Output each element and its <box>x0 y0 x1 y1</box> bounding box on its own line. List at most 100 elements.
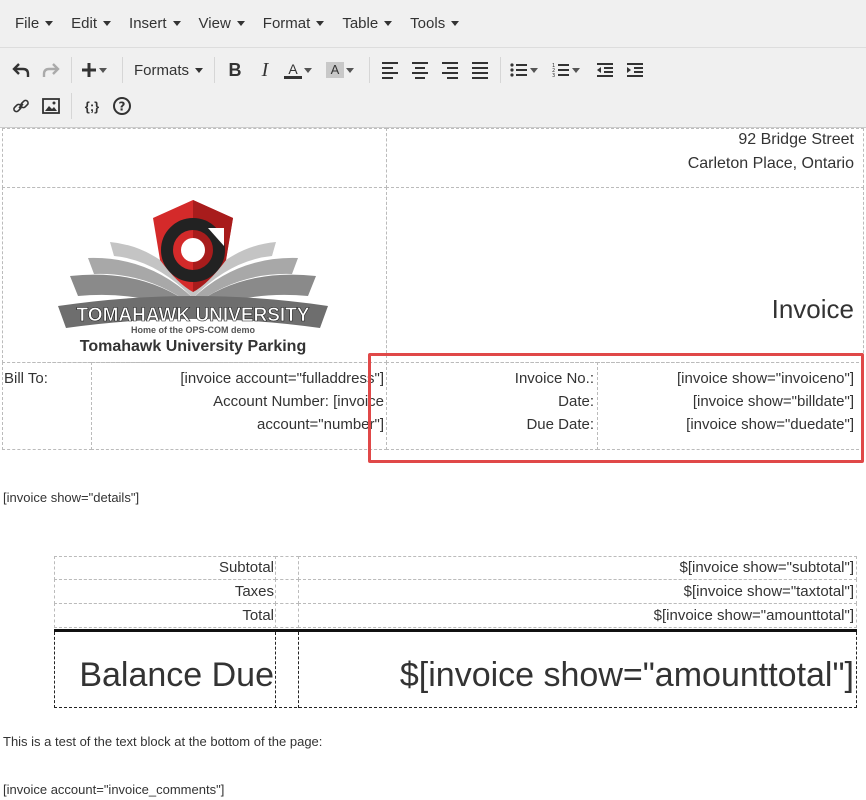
chevron-down-icon <box>195 67 204 73</box>
subtotal-label: Subtotal <box>218 559 274 576</box>
chevron-down-icon <box>304 67 313 73</box>
outdent-button[interactable] <box>590 55 620 85</box>
balance-due-label: Balance Due <box>79 656 274 694</box>
bill-to-label: Bill To: <box>4 370 48 387</box>
align-left-icon <box>382 61 399 79</box>
formats-label: Formats <box>134 61 190 79</box>
menu-insert-label: Insert <box>129 15 167 32</box>
highlight-box <box>368 353 864 463</box>
indent-button[interactable] <box>620 55 650 85</box>
align-right-button[interactable] <box>435 55 465 85</box>
bill-to-line-1: [invoice account="fulladdress"] <box>180 370 384 387</box>
menu-view-label: View <box>198 15 231 32</box>
address-line-1: 92 Bridge Street <box>738 131 854 148</box>
address-line-2: Carleton Place, Ontario <box>687 155 854 172</box>
menu-edit[interactable]: Edit <box>62 9 120 39</box>
total-label: Total <box>242 607 274 624</box>
menu-format-label: Format <box>262 15 311 32</box>
menu-file-label: File <box>15 15 40 32</box>
comments-shortcode: [invoice account="invoice_comments"] <box>3 782 225 797</box>
menu-format[interactable]: Format <box>254 9 334 39</box>
menubar: File Edit Insert View Format Table Tools <box>0 0 866 48</box>
logo-caption: Tomahawk University Parking <box>80 338 306 355</box>
toolbar-separator <box>71 57 72 83</box>
university-logo: TOMAHAWK UNIVERSITY Home of the OPS-COM … <box>48 188 338 358</box>
svg-text:3: 3 <box>552 73 555 78</box>
document-editor[interactable]: 92 Bridge Street Carleton Place, Ontario… <box>0 128 866 800</box>
image-icon <box>42 98 60 114</box>
chevron-down-icon <box>172 21 181 26</box>
background-color-button[interactable]: A <box>322 55 364 85</box>
redo-icon <box>42 63 60 77</box>
menu-tools[interactable]: Tools <box>401 9 468 39</box>
logo-title: TOMAHAWK UNIVERSITY <box>77 305 310 326</box>
chevron-down-icon <box>346 67 355 73</box>
font-color-icon: A <box>284 62 303 79</box>
chevron-down-icon <box>572 67 581 73</box>
subtotal-value: $[invoice show="subtotal"] <box>679 559 855 576</box>
indent-icon <box>627 63 644 77</box>
total-value: $[invoice show="amounttotal"] <box>653 607 854 624</box>
bill-to-line-2: Account Number: [invoice <box>213 393 384 410</box>
taxes-label: Taxes <box>234 583 274 600</box>
svg-text:?: ? <box>119 100 126 114</box>
chevron-down-icon <box>103 21 112 26</box>
menu-table[interactable]: Table <box>333 9 401 39</box>
chevron-down-icon <box>316 21 325 26</box>
table-cell <box>275 603 299 628</box>
chevron-down-icon <box>384 21 393 26</box>
insert-button[interactable] <box>77 55 117 85</box>
outdent-icon <box>597 63 614 77</box>
image-button[interactable] <box>36 91 66 121</box>
balance-due-value: $[invoice show="amounttotal"] <box>399 656 854 694</box>
toolbar-separator <box>369 57 371 83</box>
italic-button[interactable]: I <box>250 55 280 85</box>
bullet-list-button[interactable] <box>506 55 548 85</box>
menu-insert[interactable]: Insert <box>120 9 190 39</box>
undo-button[interactable] <box>6 55 36 85</box>
align-left-button[interactable] <box>375 55 405 85</box>
bottom-text: This is a test of the text block at the … <box>3 734 323 749</box>
table-cell <box>275 579 299 604</box>
chevron-down-icon <box>236 21 245 26</box>
chevron-down-icon <box>530 67 539 73</box>
logo-subtitle: Home of the OPS-COM demo <box>131 325 256 335</box>
bullet-list-icon <box>510 63 528 77</box>
link-button[interactable] <box>6 91 36 121</box>
align-center-button[interactable] <box>405 55 435 85</box>
toolbar: Formats B I A A 123 {;} ? <box>0 48 866 128</box>
numbered-list-button[interactable]: 123 <box>548 55 590 85</box>
numbered-list-icon: 123 <box>552 63 570 78</box>
font-color-button[interactable]: A <box>280 55 322 85</box>
code-button[interactable]: {;} <box>77 91 107 121</box>
menu-table-label: Table <box>342 15 379 32</box>
toolbar-separator <box>500 57 502 83</box>
toolbar-separator <box>71 93 72 119</box>
redo-button[interactable] <box>36 55 66 85</box>
align-justify-icon <box>472 61 489 79</box>
table-cell <box>275 556 299 580</box>
menu-edit-label: Edit <box>71 15 98 32</box>
toolbar-separator <box>122 57 123 83</box>
help-icon: ? <box>113 97 131 115</box>
bill-to-line-3: account="number"] <box>257 416 384 433</box>
formats-dropdown[interactable]: Formats <box>128 55 209 85</box>
details-shortcode: [invoice show="details"] <box>3 490 140 505</box>
bold-button[interactable]: B <box>220 55 250 85</box>
menu-view[interactable]: View <box>190 9 254 39</box>
align-right-icon <box>442 61 459 79</box>
align-center-icon <box>412 61 429 79</box>
toolbar-separator <box>214 57 216 83</box>
code-icon: {;} <box>84 98 100 114</box>
taxes-value: $[invoice show="taxtotal"] <box>683 583 854 600</box>
background-color-icon: A <box>326 62 345 78</box>
menu-file[interactable]: File <box>6 9 62 39</box>
toolbar-row-2: {;} ? <box>6 88 137 124</box>
table-cell <box>386 187 864 363</box>
toolbar-row-1: Formats B I A A 123 <box>6 52 650 88</box>
help-button[interactable]: ? <box>107 91 137 121</box>
align-justify-button[interactable] <box>465 55 495 85</box>
table-cell <box>2 128 387 188</box>
plus-icon <box>82 63 96 77</box>
chevron-down-icon <box>45 21 54 26</box>
